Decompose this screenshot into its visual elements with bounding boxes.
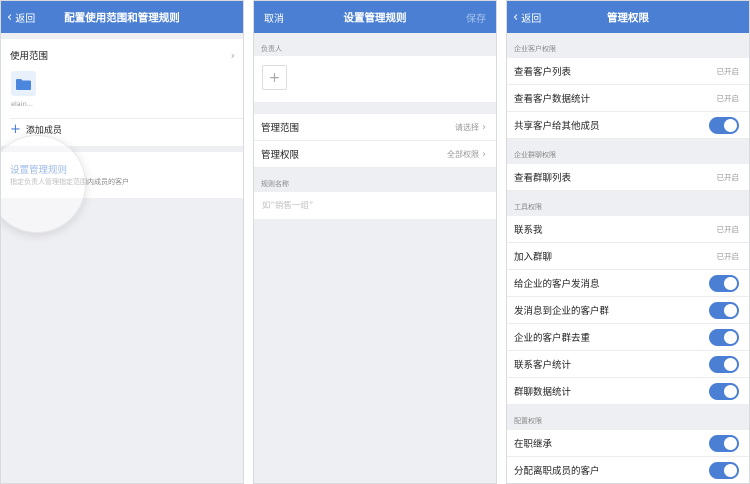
permission-toggle[interactable] (709, 434, 739, 452)
chevron-left-icon: ‹ (513, 9, 519, 25)
toggle-knob (724, 276, 737, 290)
nav-bar: 取消 设置管理规则 保存 (254, 1, 496, 33)
back-label: 返回 (15, 13, 36, 25)
setting-value: 请选择 › (455, 122, 486, 133)
page-title: 配置使用范围和管理规则 (64, 11, 180, 24)
permission-toggle[interactable] (709, 116, 739, 134)
section-title: 企业客户权限 (514, 45, 556, 53)
folder-icon (16, 78, 31, 90)
folder-item[interactable] (11, 71, 36, 96)
toggle-knob (724, 330, 737, 344)
setting-value-text: 全部权限 (447, 149, 479, 159)
toggle-knob (724, 384, 737, 398)
toggle-knob (724, 463, 737, 477)
chevron-right-icon: › (482, 148, 486, 160)
chevron-right-icon: › (482, 121, 486, 133)
page-title: 设置管理规则 (343, 11, 407, 24)
permission-row: 查看客户列表 已开启 (507, 58, 749, 85)
permission-toggle[interactable] (709, 328, 739, 346)
permission-status: 已开启 (716, 66, 740, 76)
divider (10, 118, 243, 119)
save-button[interactable]: 保存 (466, 1, 486, 33)
toggle-knob (724, 436, 737, 450)
section-title: 工具权限 (514, 203, 542, 211)
add-member-label: 添加成员 (25, 126, 62, 136)
setting-value-text: 请选择 (455, 122, 479, 132)
permission-row: 共享客户给其他成员 (507, 112, 749, 139)
nav-bar: ‹ 返回 管理权限 (507, 1, 749, 33)
scope-label: 使用范围 (10, 51, 49, 62)
tap-highlight (1, 135, 86, 233)
rule-name-field (254, 192, 496, 219)
permission-status: 已开启 (716, 224, 740, 234)
permission-label: 在职继承 (514, 439, 553, 450)
permission-label: 共享客户给其他成员 (514, 121, 600, 132)
rule-settings-list: 管理范围 请选择 › 管理权限 全部权限 › (254, 114, 496, 168)
permission-label: 联系客户统计 (514, 360, 572, 371)
owner-section: 负责人 + (254, 38, 496, 102)
permission-toggle[interactable] (709, 382, 739, 400)
permission-row: 发消息到企业的客户群 (507, 297, 749, 324)
scope-row[interactable]: 使用范围 › (1, 39, 243, 71)
setting-label: 管理范围 (261, 123, 300, 134)
permission-label: 分配离职成员的客户 (514, 466, 600, 477)
toggle-knob (724, 357, 737, 371)
toggle-knob (724, 303, 737, 317)
setting-row[interactable]: 管理权限 全部权限 › (254, 141, 496, 168)
rule-name-label: 规则名称 (261, 180, 289, 188)
permission-label: 企业的客户群去重 (514, 333, 591, 344)
permission-row: 联系客户统计 (507, 351, 749, 378)
permission-toggle[interactable] (709, 461, 739, 479)
permission-label: 群聊数据统计 (514, 387, 572, 398)
permission-row: 分配离职成员的客户 (507, 457, 749, 483)
permissions-list: 企业客户权限 查看客户列表 已开启 查看客户数据统计 已开启 共享客户给其他成员 企业群聊权… (507, 33, 749, 483)
permission-toggle[interactable] (709, 301, 739, 319)
permission-label: 加入群聊 (514, 252, 553, 263)
back-button[interactable]: ‹ 返回 (513, 1, 541, 33)
back-button[interactable]: ‹ 返回 (7, 1, 35, 33)
cancel-button[interactable]: 取消 (264, 1, 284, 33)
permission-row: 查看群聊列表 已开启 (507, 164, 749, 191)
chevron-right-icon: › (230, 48, 235, 62)
chevron-left-icon: ‹ (7, 9, 13, 25)
permission-row: 加入群聊 已开启 (507, 243, 749, 270)
permission-label: 联系我 (514, 225, 543, 236)
plus-icon: + (10, 122, 21, 137)
back-label: 返回 (521, 13, 542, 25)
permission-label: 查看客户列表 (514, 67, 572, 78)
permission-status: 已开启 (716, 172, 740, 182)
permission-row: 查看客户数据统计 已开启 (507, 85, 749, 112)
page-title: 管理权限 (607, 11, 649, 24)
set-rule-screen: 取消 设置管理规则 保存 负责人 + 管理范围 请选择 › 管理权限 全部权限 › 规则名… (253, 0, 497, 484)
permission-label: 给企业的客户发消息 (514, 279, 600, 290)
permission-status: 已开启 (716, 251, 740, 261)
permission-row: 在职继承 (507, 430, 749, 457)
toggle-knob (724, 118, 737, 132)
rule-name-input[interactable] (262, 200, 488, 211)
nav-bar: ‹ 返回 配置使用范围和管理规则 (1, 1, 243, 33)
permission-status: 已开启 (716, 93, 740, 103)
plus-icon: + (268, 69, 281, 86)
permission-row: 企业的客户群去重 (507, 324, 749, 351)
owner-label: 负责人 (261, 45, 282, 53)
permission-label: 查看群聊列表 (514, 173, 572, 184)
permission-toggle[interactable] (709, 274, 739, 292)
permission-label: 发消息到企业的客户群 (514, 306, 610, 317)
scope-card: 使用范围 › elain... + 添加成员 (1, 39, 243, 146)
section-title: 企业群聊权限 (514, 151, 556, 159)
permission-label: 查看客户数据统计 (514, 94, 591, 105)
setting-label: 管理权限 (261, 150, 300, 161)
permission-row: 联系我 已开启 (507, 216, 749, 243)
setting-row[interactable]: 管理范围 请选择 › (254, 114, 496, 141)
add-owner-button[interactable]: + (262, 65, 287, 90)
section-title: 配置权限 (514, 417, 542, 425)
owner-body: + (254, 56, 496, 102)
permission-toggle[interactable] (709, 355, 739, 373)
scope-rules-screen: ‹ 返回 配置使用范围和管理规则 使用范围 › elain... + 添加成员 … (0, 0, 244, 484)
permissions-screen: ‹ 返回 管理权限 企业客户权限 查看客户列表 已开启 查看客户数据统计 已开启 共享客户… (506, 0, 750, 484)
setting-value: 全部权限 › (447, 149, 486, 160)
permission-row: 群聊数据统计 (507, 378, 749, 405)
permission-row: 给企业的客户发消息 (507, 270, 749, 297)
folder-name: elain... (11, 100, 33, 108)
